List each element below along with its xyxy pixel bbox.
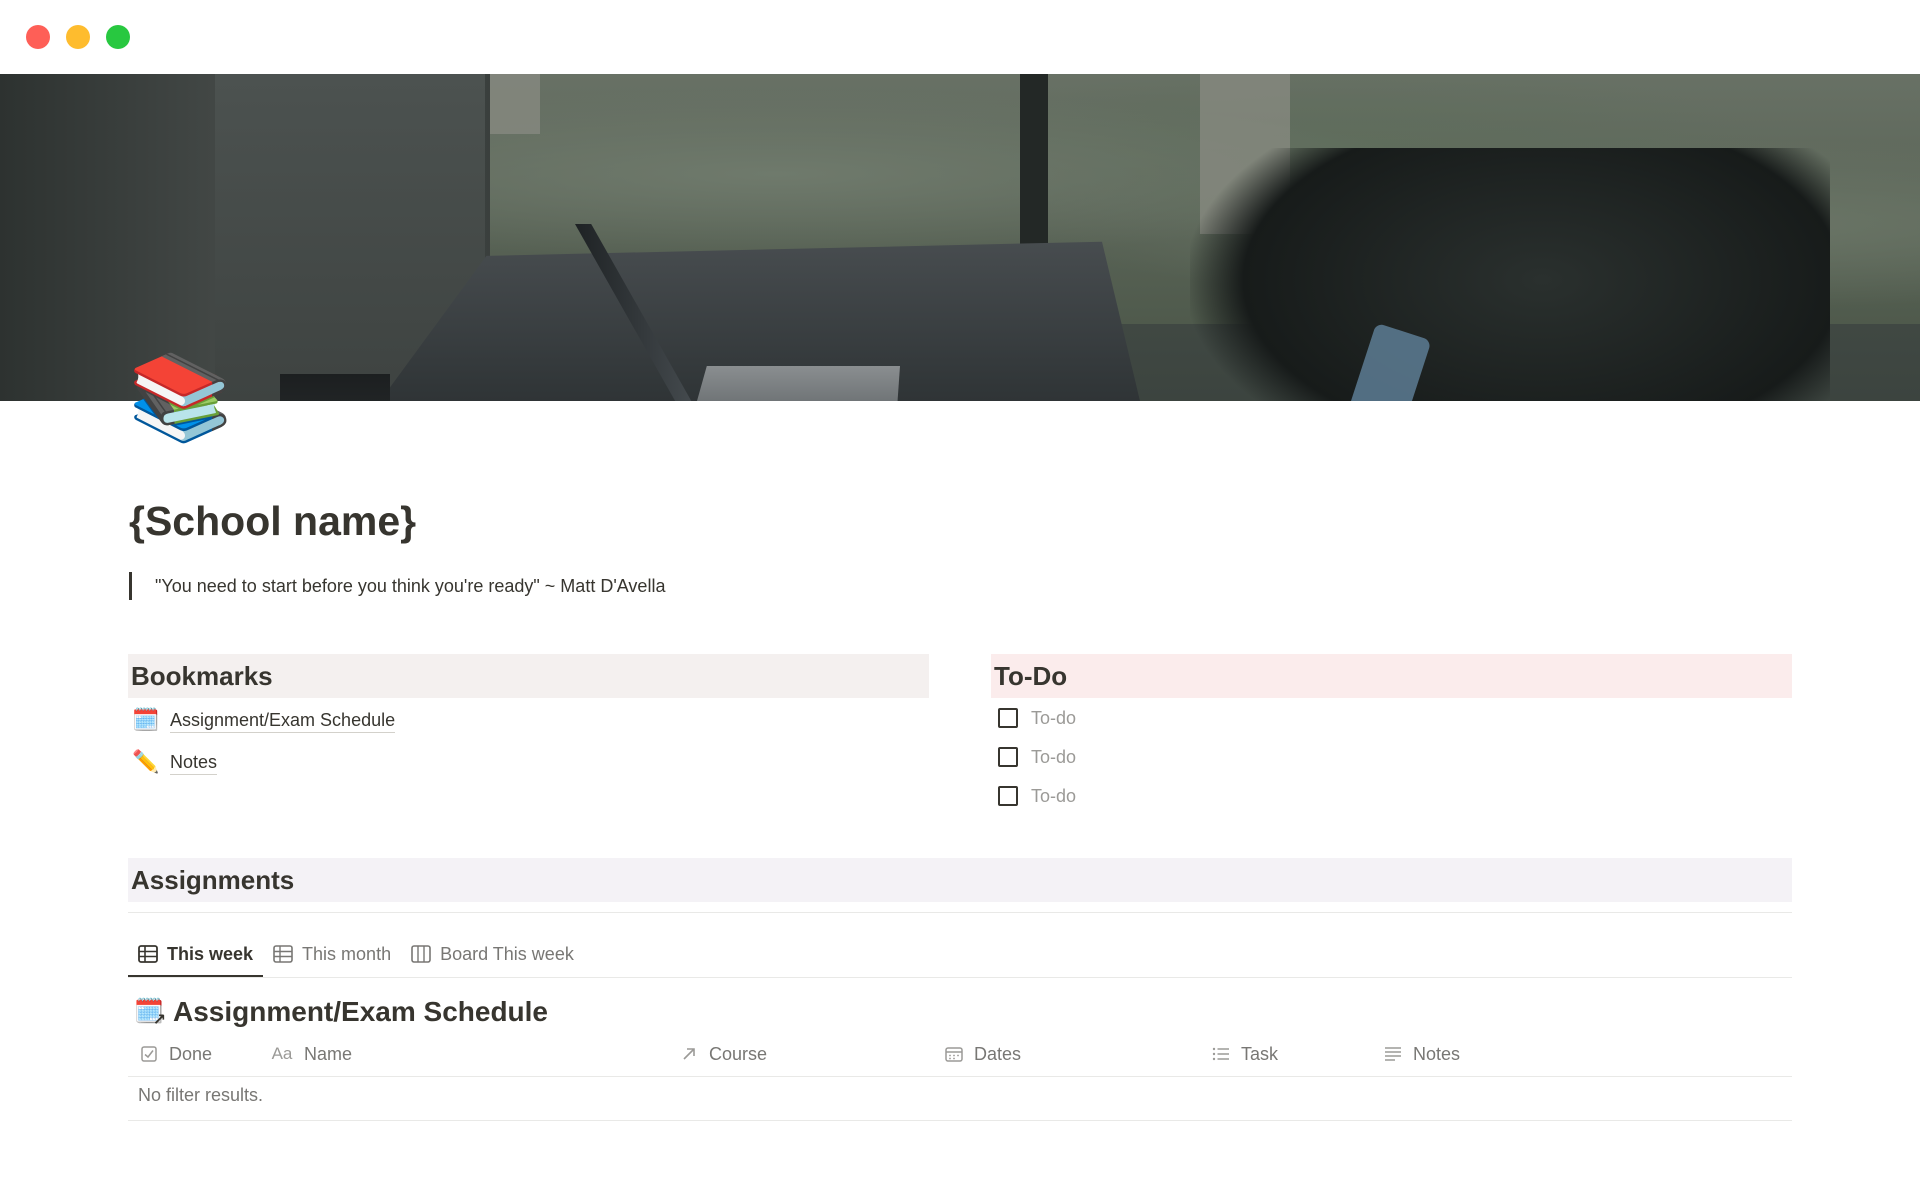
checkbox-icon xyxy=(140,1045,158,1063)
database-title-text: Assignment/Exam Schedule xyxy=(173,996,549,1027)
table-icon xyxy=(273,944,293,964)
todo-checkbox[interactable] xyxy=(998,786,1018,806)
zoom-window-button[interactable] xyxy=(106,25,130,49)
cover-power-outlet xyxy=(280,374,390,401)
tab-label: Board This week xyxy=(440,943,574,964)
bookmark-label: Notes xyxy=(170,750,218,775)
table-header-divider xyxy=(128,1076,1792,1077)
column-label: Task xyxy=(1241,1043,1279,1064)
column-header-name[interactable]: Aa Name xyxy=(271,1041,352,1067)
empty-state-text: No filter results. xyxy=(138,1085,264,1105)
table-icon xyxy=(138,944,158,964)
column-label: Name xyxy=(304,1043,353,1064)
page-icon-books[interactable]: 📚 xyxy=(128,345,233,449)
page-cover-image[interactable] xyxy=(0,74,1920,401)
text-type-icon: Aa xyxy=(271,1044,293,1063)
column-header-notes[interactable]: Notes xyxy=(1384,1041,1460,1067)
board-icon xyxy=(411,944,431,964)
divider xyxy=(128,912,1792,913)
cover-laptop-keyboard xyxy=(690,366,900,401)
calendar-icon: 🗓️ xyxy=(132,707,160,732)
relation-arrow-icon xyxy=(680,1045,698,1063)
column-header-course[interactable]: Course xyxy=(680,1041,767,1067)
close-window-button[interactable] xyxy=(26,25,50,49)
tab-this-month[interactable]: This month xyxy=(263,930,401,978)
todo-heading: To-Do xyxy=(991,654,1792,698)
link-arrow-icon: ↗ xyxy=(152,1012,166,1029)
column-label: Done xyxy=(169,1043,213,1064)
calendar-link-icon: 🗓️ ↗ xyxy=(134,995,166,1029)
column-header-dates[interactable]: Dates xyxy=(945,1041,1021,1067)
cover-chair xyxy=(1190,148,1830,401)
tab-label: This week xyxy=(167,943,254,964)
bookmark-label: Assignment/Exam Schedule xyxy=(170,708,396,733)
todo-label[interactable]: To-do xyxy=(1031,786,1076,807)
todo-item: To-do xyxy=(998,782,1076,810)
column-label: Notes xyxy=(1413,1043,1461,1064)
column-label: Dates xyxy=(974,1043,1022,1064)
list-icon xyxy=(1212,1045,1230,1063)
database-view-tabs: This week This month Board This week xyxy=(128,930,584,978)
todo-checkbox[interactable] xyxy=(998,747,1018,767)
assignments-heading: Assignments xyxy=(128,858,1792,902)
todo-label[interactable]: To-do xyxy=(1031,747,1076,768)
column-label: Course xyxy=(709,1043,768,1064)
tab-label: This month xyxy=(302,943,392,964)
todo-checkbox[interactable] xyxy=(998,708,1018,728)
page-title[interactable]: {School name} xyxy=(129,498,416,545)
divider xyxy=(128,977,1792,978)
minimize-window-button[interactable] xyxy=(66,25,90,49)
tab-this-week[interactable]: This week xyxy=(128,930,264,978)
tab-board-this-week[interactable]: Board This week xyxy=(401,930,584,978)
todo-label[interactable]: To-do xyxy=(1031,708,1076,729)
bookmark-notes[interactable]: ✏️ Notes xyxy=(132,747,218,777)
bookmark-assignment-exam-schedule[interactable]: 🗓️ Assignment/Exam Schedule xyxy=(132,705,396,735)
window-titlebar xyxy=(0,0,1920,74)
todo-item: To-do xyxy=(998,704,1076,732)
pencil-icon: ✏️ xyxy=(132,749,160,774)
calendar-icon xyxy=(945,1045,963,1063)
bookmarks-heading: Bookmarks xyxy=(128,654,929,698)
column-header-done[interactable]: Done xyxy=(140,1041,212,1067)
quote-block[interactable]: "You need to start before you think you'… xyxy=(129,572,665,600)
database-title[interactable]: 🗓️ ↗ Assignment/Exam Schedule xyxy=(134,992,548,1032)
table-bottom-divider xyxy=(128,1120,1792,1121)
lines-icon xyxy=(1384,1045,1402,1063)
column-header-task[interactable]: Task xyxy=(1212,1041,1278,1067)
todo-item: To-do xyxy=(998,743,1076,771)
